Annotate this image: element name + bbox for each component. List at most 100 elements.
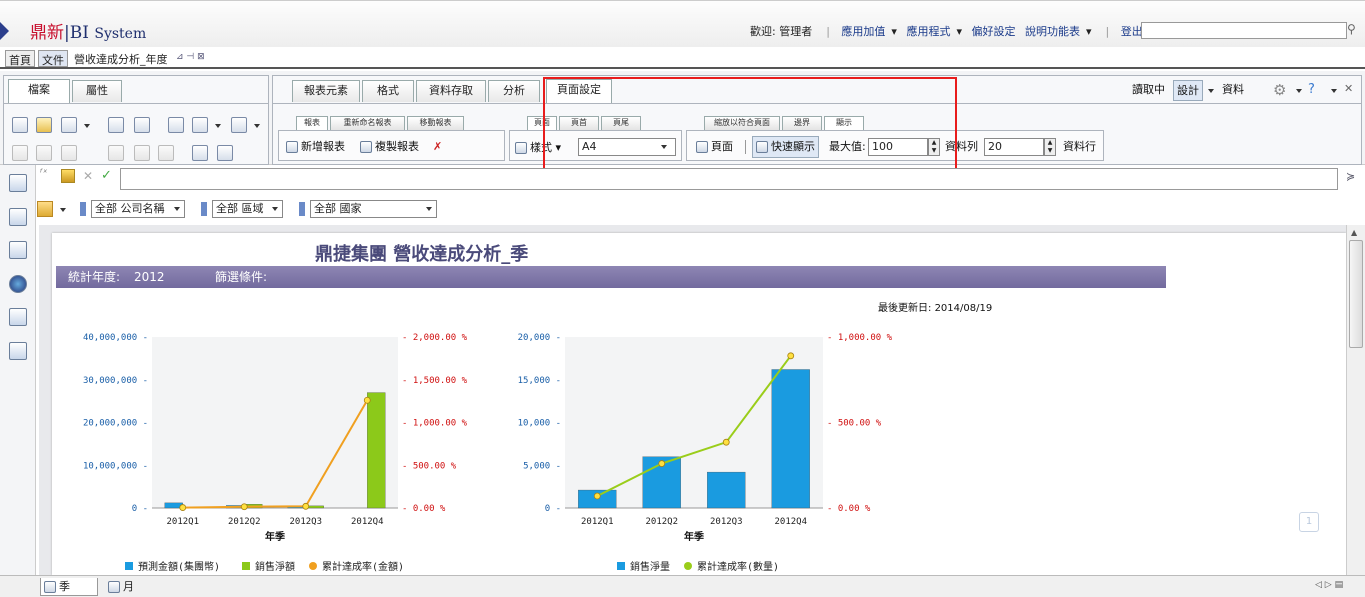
save-icon[interactable] <box>61 117 77 133</box>
scroll-up-icon[interactable]: ▲ <box>1351 228 1357 237</box>
document-tabbar: 首頁 文件 營收達成分析_年度 ⊿ ⊣ ⊠ <box>0 47 1365 69</box>
vertical-scrollbar[interactable]: ▲ <box>1346 225 1365 575</box>
search-icon[interactable]: ⚲ <box>1347 22 1361 38</box>
delete-report-icon[interactable]: ✗ <box>433 140 442 153</box>
tab-document[interactable]: 文件 <box>38 50 68 67</box>
formula-input[interactable] <box>120 168 1338 190</box>
search-input[interactable] <box>1141 22 1347 39</box>
x-tick-label: 2012Q2 <box>645 517 678 527</box>
filter-region[interactable]: 全部 區域 <box>212 200 283 218</box>
new-doc-icon[interactable] <box>12 117 28 133</box>
tab-current-report[interactable]: 營收達成分析_年度 <box>71 50 171 67</box>
tab-properties[interactable]: 屬性 <box>72 80 122 102</box>
find-icon[interactable] <box>134 117 150 133</box>
mode-data[interactable]: 資料 <box>1222 80 1244 100</box>
refresh-data-icon[interactable] <box>168 117 184 133</box>
y2-tick-label: - 0.00 % <box>402 504 446 514</box>
menu-addons[interactable]: 應用加值 <box>841 25 885 38</box>
year-label: 統計年度: <box>68 270 121 284</box>
logout-link[interactable]: 登出 <box>1121 25 1143 38</box>
delete-icon[interactable] <box>158 145 174 161</box>
line-point <box>240 503 248 511</box>
menu-apps[interactable]: 應用程式 <box>906 25 950 38</box>
cancel-formula-icon[interactable]: ✕ <box>83 169 93 183</box>
cut-icon[interactable] <box>12 145 28 161</box>
bar <box>771 369 810 509</box>
collapse-icon[interactable]: ✕ <box>1344 82 1353 95</box>
help-icon[interactable]: ? <box>1308 82 1315 97</box>
sheet-tab-month[interactable]: 月 <box>105 578 134 596</box>
tab-data-access[interactable]: 資料存取 <box>416 80 486 102</box>
subtab-move-report[interactable]: 移動報表 <box>407 116 464 130</box>
copy-icon[interactable] <box>36 145 52 161</box>
tab-report-elements[interactable]: 報表元素 <box>292 80 360 102</box>
page-nav-widget[interactable]: 1 <box>1299 512 1319 532</box>
plot-area <box>152 337 398 508</box>
line-point <box>722 438 730 446</box>
menu-prefs[interactable]: 偏好設定 <box>971 25 1015 38</box>
report-tab-icon <box>44 581 56 593</box>
redo-icon[interactable] <box>134 145 150 161</box>
variable-icon[interactable] <box>61 169 75 183</box>
y-tick-label: 10,000 - <box>518 419 561 429</box>
legend-swatch <box>125 562 133 570</box>
pin-icon[interactable]: ⊿ ⊣ ⊠ <box>176 52 205 62</box>
globe-icon[interactable] <box>9 275 27 293</box>
filter-marker-icon <box>201 202 207 216</box>
image-icon[interactable] <box>9 308 27 326</box>
filter-country[interactable]: 全部 國家 <box>310 200 437 218</box>
filter-icon[interactable] <box>37 201 53 217</box>
tab-nav-icon[interactable]: ◁ ▷ ▤ <box>1315 580 1343 590</box>
legend-swatch <box>617 562 625 570</box>
brand-arrow-icon <box>0 22 9 40</box>
paste-icon[interactable] <box>61 145 77 161</box>
scroll-thumb[interactable] <box>1349 240 1363 348</box>
export-icon[interactable] <box>192 117 208 133</box>
sheet-tabbar: 季 月 ◁ ▷ ▤ <box>0 575 1365 597</box>
style-icon <box>515 142 527 154</box>
copy-report-button[interactable]: 複製報表 <box>360 137 419 157</box>
line-point <box>363 396 371 404</box>
document-icon[interactable] <box>9 174 27 192</box>
sheet-tab-quarter[interactable]: 季 <box>40 578 98 596</box>
tab-home[interactable]: 首頁 <box>5 50 35 67</box>
line-point <box>658 460 666 467</box>
mode-design[interactable]: 設計 <box>1173 80 1203 101</box>
gear-icon[interactable]: ⚙ <box>1273 81 1286 99</box>
x-axis-title: 年季 <box>265 530 286 543</box>
tab-format[interactable]: 格式 <box>362 80 414 102</box>
tab-analysis[interactable]: 分析 <box>488 80 540 102</box>
y-tick-label: 15,000 - <box>518 376 561 386</box>
edit-icon[interactable] <box>9 342 27 360</box>
new-report-button[interactable]: 新增報表 <box>286 137 345 157</box>
accept-formula-icon[interactable]: ✓ <box>101 168 112 183</box>
open-folder-icon[interactable] <box>36 117 52 133</box>
tree-icon[interactable] <box>9 208 27 226</box>
format-painter-icon[interactable] <box>192 145 208 161</box>
refresh-icon[interactable] <box>217 145 233 161</box>
subtab-rename-report[interactable]: 重新命名報表 <box>330 116 405 130</box>
tab-file[interactable]: 檔案 <box>8 79 70 103</box>
legend-swatch <box>242 562 250 570</box>
print-icon[interactable] <box>108 117 124 133</box>
rows-value-spinner[interactable]: ▲ ▼ <box>1044 138 1056 156</box>
formula-icon[interactable]: ᶠˣ <box>40 168 47 179</box>
chart-quantity: 0 - 5,000 - 10,000 - 15,000 - 20,000 - - 0.00… <box>518 333 893 573</box>
mail-icon[interactable] <box>231 117 247 133</box>
list-icon[interactable] <box>9 241 27 259</box>
x-tick-label: 2012Q3 <box>289 517 322 527</box>
subtab-report[interactable]: 報表 <box>296 116 328 130</box>
expand-icon[interactable]: ≽ <box>1346 170 1355 183</box>
rows-value-input[interactable]: 20 <box>984 138 1044 156</box>
y-tick-label: 30,000,000 - <box>83 376 148 386</box>
undo-icon[interactable] <box>108 145 124 161</box>
bar <box>367 392 386 509</box>
filter-company[interactable]: 全部 公司名稱 <box>91 200 185 218</box>
menu-help[interactable]: 說明功能表 <box>1025 25 1080 38</box>
x-tick-label: 2012Q2 <box>228 517 261 527</box>
y-tick-label: 10,000,000 - <box>83 461 148 471</box>
mode-reading[interactable]: 讀取中 <box>1132 80 1165 100</box>
y2-tick-label: - 1,000.00 % <box>402 419 468 429</box>
legend-label: 預測金額(集團幣) <box>138 560 220 573</box>
user-menu: 歡迎: 管理者 | 應用加值 ▾ 應用程式 ▾ 偏好設定 說明功能表 ▾ | 登出 <box>750 25 1143 38</box>
